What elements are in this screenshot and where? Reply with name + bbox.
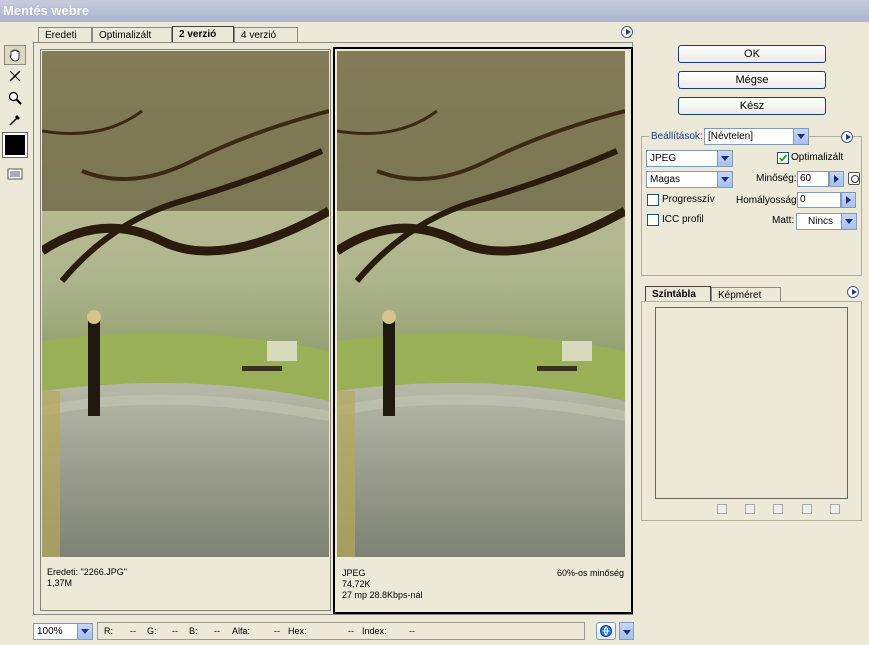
- settings-menu-icon[interactable]: [841, 131, 853, 143]
- new-color-icon[interactable]: [802, 504, 812, 514]
- eyedropper-color-swatch[interactable]: [2, 132, 28, 158]
- tab-original[interactable]: Eredeti: [38, 27, 92, 42]
- g-value: --: [172, 626, 178, 636]
- quality-preset-select[interactable]: Magas: [646, 171, 733, 188]
- cancel-button[interactable]: Mégse: [678, 71, 826, 89]
- eyedropper-icon[interactable]: [4, 110, 26, 130]
- optimized-preview-panel[interactable]: JPEG 74,72K 27 mp 28.8Kbps-nál 60%-os mi…: [333, 47, 633, 614]
- browser-preview-icon[interactable]: [596, 622, 616, 640]
- index-value: --: [409, 626, 415, 636]
- index-label: Index:: [362, 626, 387, 636]
- r-value: --: [130, 626, 136, 636]
- original-image[interactable]: [42, 51, 329, 557]
- progressive-label: Progresszív: [662, 194, 715, 205]
- chevron-down-icon: [77, 624, 92, 639]
- window-title: Mentés webre: [0, 0, 869, 22]
- color-table-menu-icon[interactable]: [847, 286, 859, 298]
- icc-profile-checkbox[interactable]: [647, 214, 659, 226]
- quality-input[interactable]: 60: [797, 171, 829, 187]
- original-file-size: 1,37M: [47, 578, 73, 588]
- trash-icon[interactable]: [830, 504, 840, 514]
- blur-slider-arrow[interactable]: [841, 192, 856, 208]
- browser-select-chevron-down-icon[interactable]: [619, 622, 634, 640]
- quality-channel-icon[interactable]: [848, 172, 860, 185]
- blur-input[interactable]: 0: [797, 192, 841, 208]
- optimized-format: JPEG: [342, 568, 366, 578]
- g-label: G:: [147, 626, 157, 636]
- settings-label: Beállítások:: [649, 131, 705, 143]
- tab-2-up[interactable]: 2 verzió: [172, 26, 234, 42]
- view-menu-icon[interactable]: [621, 26, 633, 38]
- zoom-select[interactable]: 100%: [33, 623, 93, 640]
- blur-label: Homályosság:: [736, 195, 800, 206]
- chevron-down-icon: [717, 172, 732, 187]
- tab-optimized[interactable]: Optimalizált: [92, 27, 172, 42]
- tab-color-table[interactable]: Színtábla: [645, 286, 711, 302]
- r-label: R:: [104, 626, 113, 636]
- progressive-checkbox[interactable]: [647, 194, 659, 206]
- matte-label: Matt:: [772, 215, 795, 226]
- chevron-down-icon: [841, 214, 856, 229]
- done-button[interactable]: Kész: [678, 97, 826, 115]
- hex-value: --: [348, 626, 354, 636]
- chevron-down-icon: [717, 151, 732, 166]
- tab-image-size[interactable]: Képméret: [711, 287, 781, 302]
- color-info-bar: [97, 622, 585, 640]
- lock-color-icon[interactable]: [773, 504, 783, 514]
- quality-label: Minőség:: [756, 173, 797, 184]
- optimized-label: Optimalizált: [791, 152, 844, 163]
- original-preview-panel[interactable]: Eredeti: "2266.JPG" 1,37M: [40, 49, 331, 611]
- original-file-name: Eredeti: "2266.JPG": [47, 567, 127, 577]
- map-transparency-icon[interactable]: [717, 504, 727, 514]
- tab-4-up[interactable]: 4 verzió: [234, 27, 298, 42]
- matte-select[interactable]: Nincs: [796, 213, 857, 230]
- alpha-value: --: [274, 626, 280, 636]
- b-label: B:: [189, 626, 198, 636]
- b-value: --: [214, 626, 220, 636]
- quality-slider-arrow[interactable]: [829, 171, 844, 187]
- zoom-icon[interactable]: [4, 88, 26, 108]
- hex-label: Hex:: [288, 626, 307, 636]
- optimized-checkbox[interactable]: [777, 152, 789, 164]
- icc-profile-label: ICC profil: [662, 214, 704, 225]
- optimized-image[interactable]: [337, 51, 625, 557]
- chevron-down-icon: [793, 129, 808, 144]
- web-snap-icon[interactable]: [745, 504, 755, 514]
- optimized-file-size: 74,72K: [342, 579, 371, 589]
- format-select[interactable]: JPEG: [646, 150, 733, 167]
- optimized-download-time: 27 mp 28.8Kbps-nál: [342, 590, 423, 600]
- preset-select[interactable]: [Névtelen]: [704, 128, 809, 145]
- hand-tool-icon[interactable]: [4, 45, 26, 65]
- color-table-grid[interactable]: [655, 307, 848, 499]
- ok-button[interactable]: OK: [678, 45, 826, 63]
- optimized-quality-note: 60%-os minőség: [556, 568, 624, 578]
- toggle-slices-icon[interactable]: [4, 164, 26, 184]
- slice-select-icon[interactable]: [4, 66, 26, 86]
- alpha-label: Alfa:: [232, 626, 251, 636]
